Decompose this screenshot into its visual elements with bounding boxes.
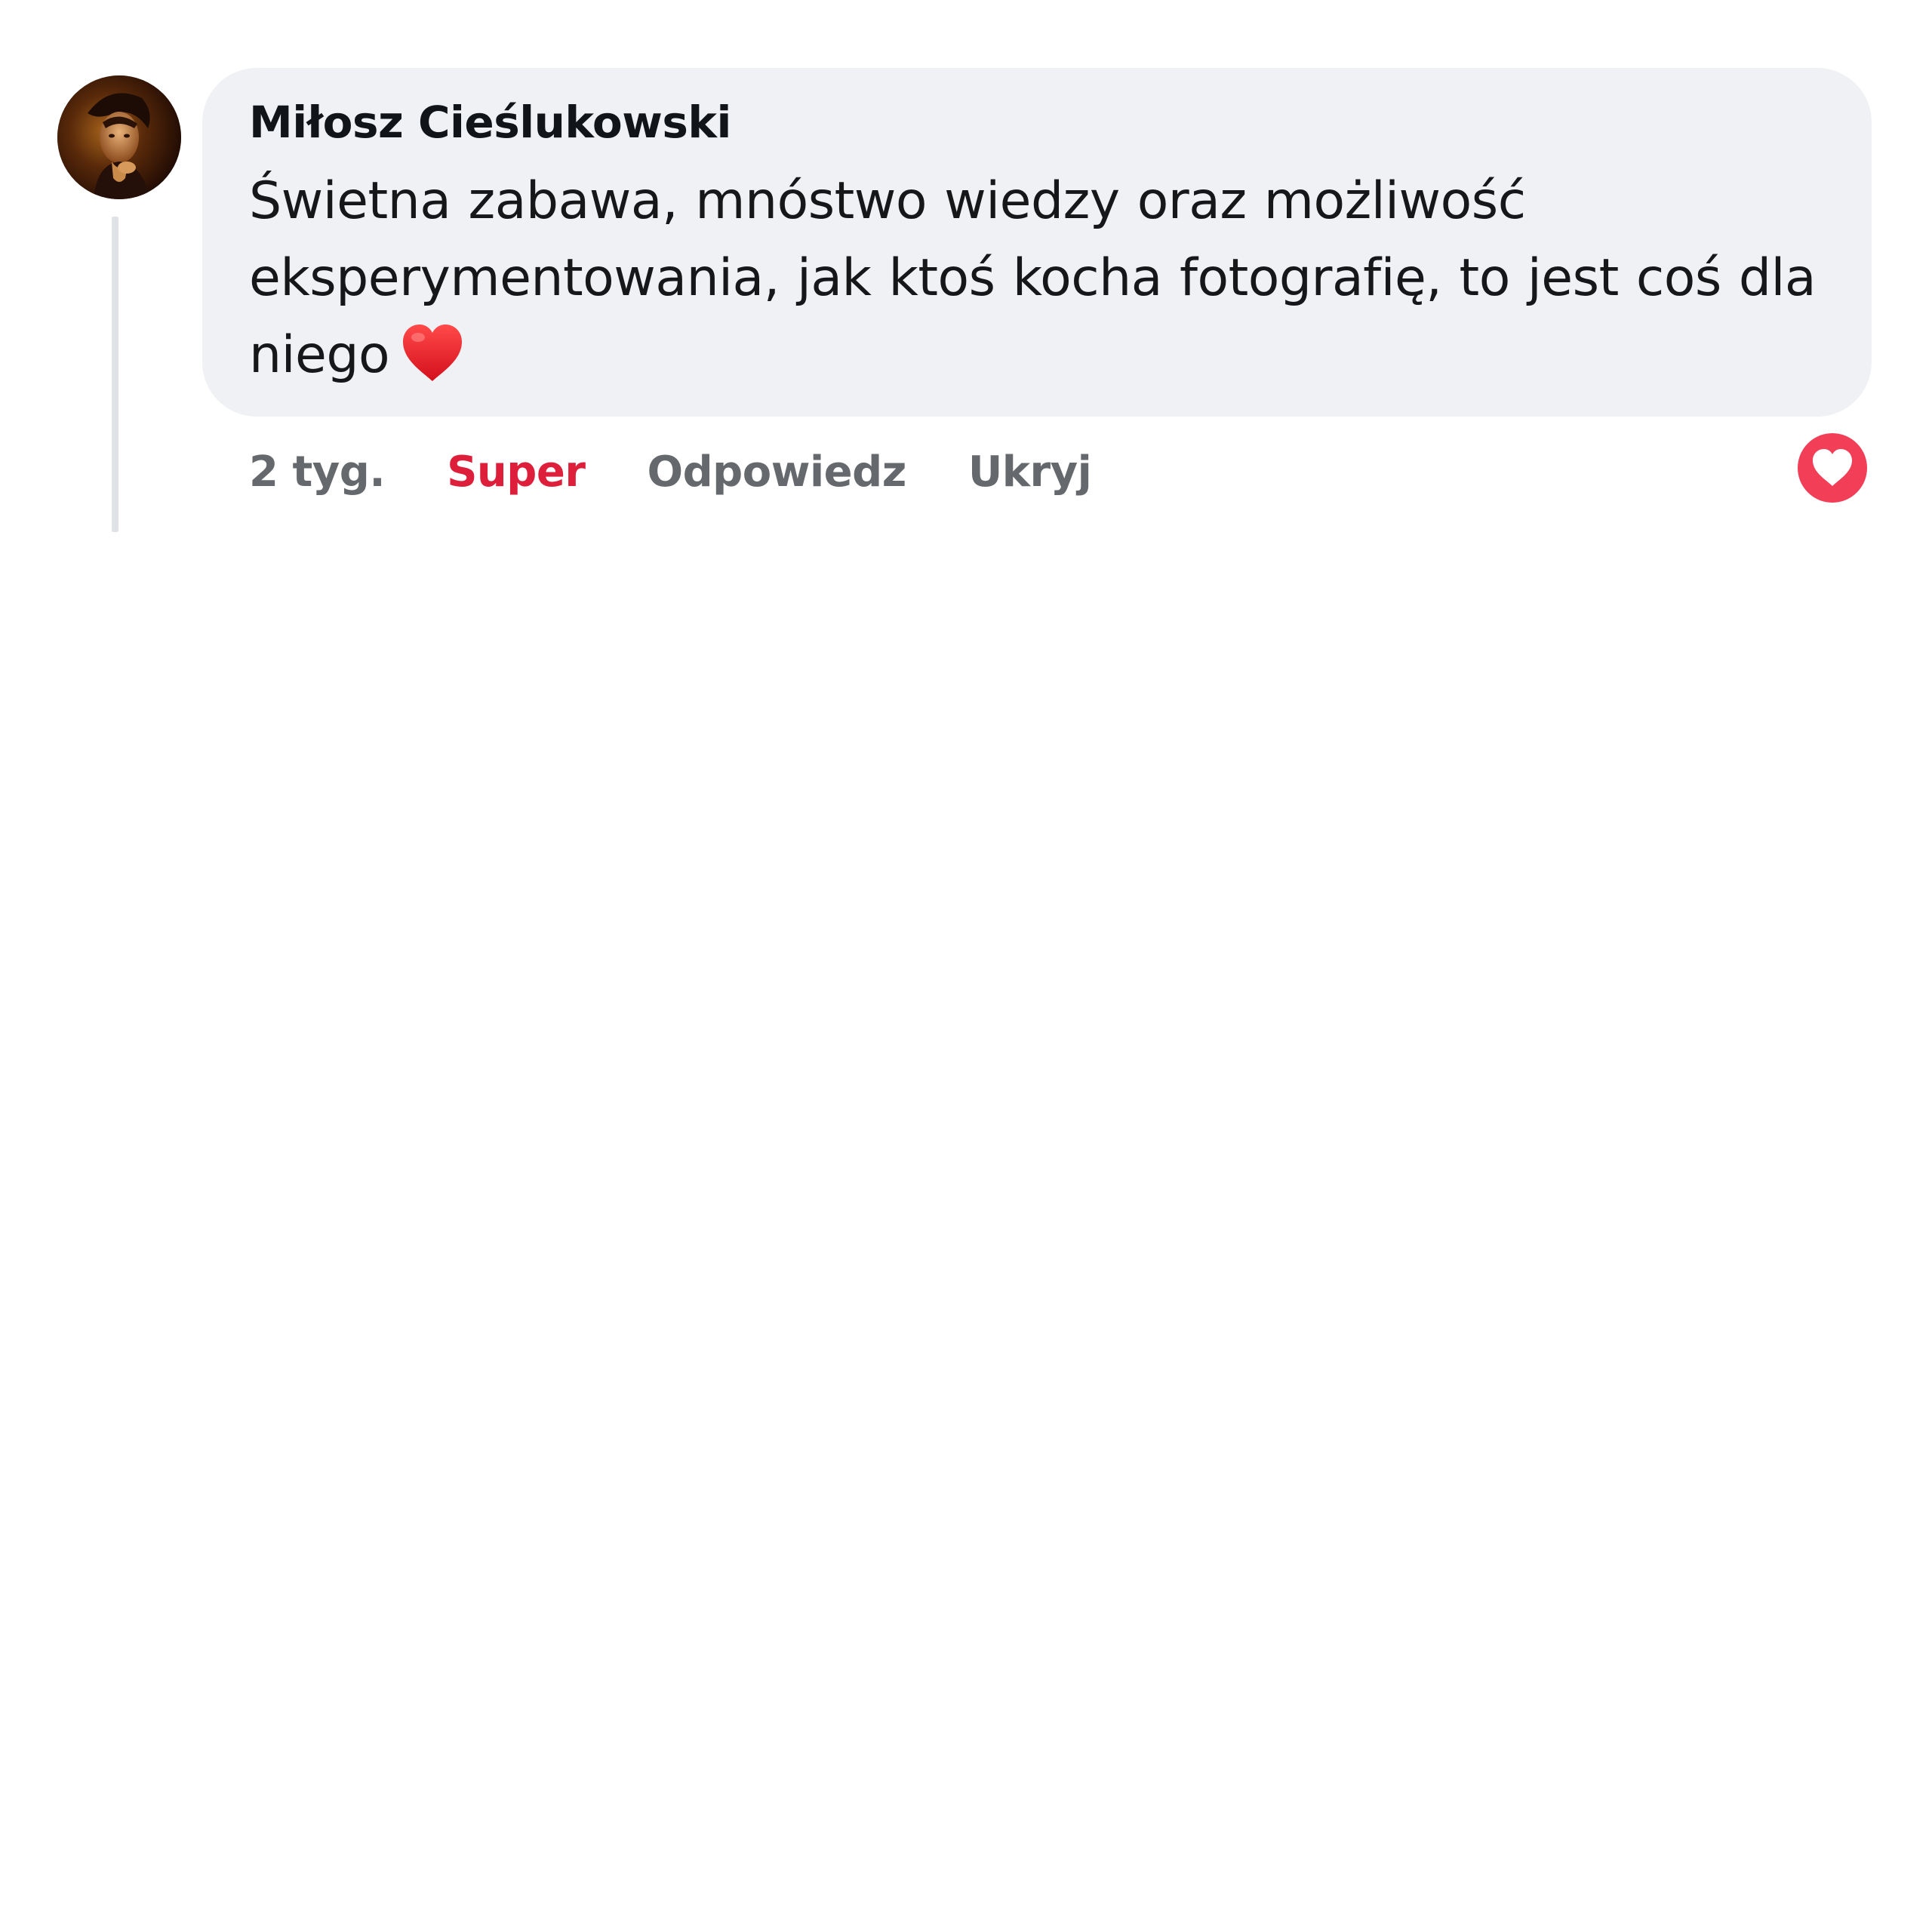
comment-text: Świetna zabawa, mnóstwo wiedzy oraz możl… (249, 163, 1819, 394)
heart-icon (1813, 449, 1852, 486)
hide-button[interactable]: Ukryj (968, 448, 1092, 497)
comment: Miłosz Cieślukowski Świetna zabawa, mnós… (0, 0, 1932, 543)
reaction-badge[interactable] (1798, 433, 1867, 503)
comment-actions: 2 tyg. Super Odpowiedz Ukryj (249, 445, 1092, 498)
avatar-photo (57, 75, 181, 199)
comment-text-content: Świetna zabawa, mnóstwo wiedzy oraz możl… (249, 171, 1817, 385)
reply-button[interactable]: Odpowiedz (647, 448, 906, 497)
comment-author[interactable]: Miłosz Cieślukowski (249, 98, 1826, 146)
react-button[interactable]: Super (447, 448, 586, 497)
red-heart-emoji-icon (400, 322, 465, 383)
comment-bubble: Miłosz Cieślukowski Świetna zabawa, mnós… (202, 68, 1872, 417)
comment-timestamp[interactable]: 2 tyg. (249, 448, 386, 497)
avatar[interactable] (57, 75, 181, 199)
thread-line (112, 217, 118, 532)
